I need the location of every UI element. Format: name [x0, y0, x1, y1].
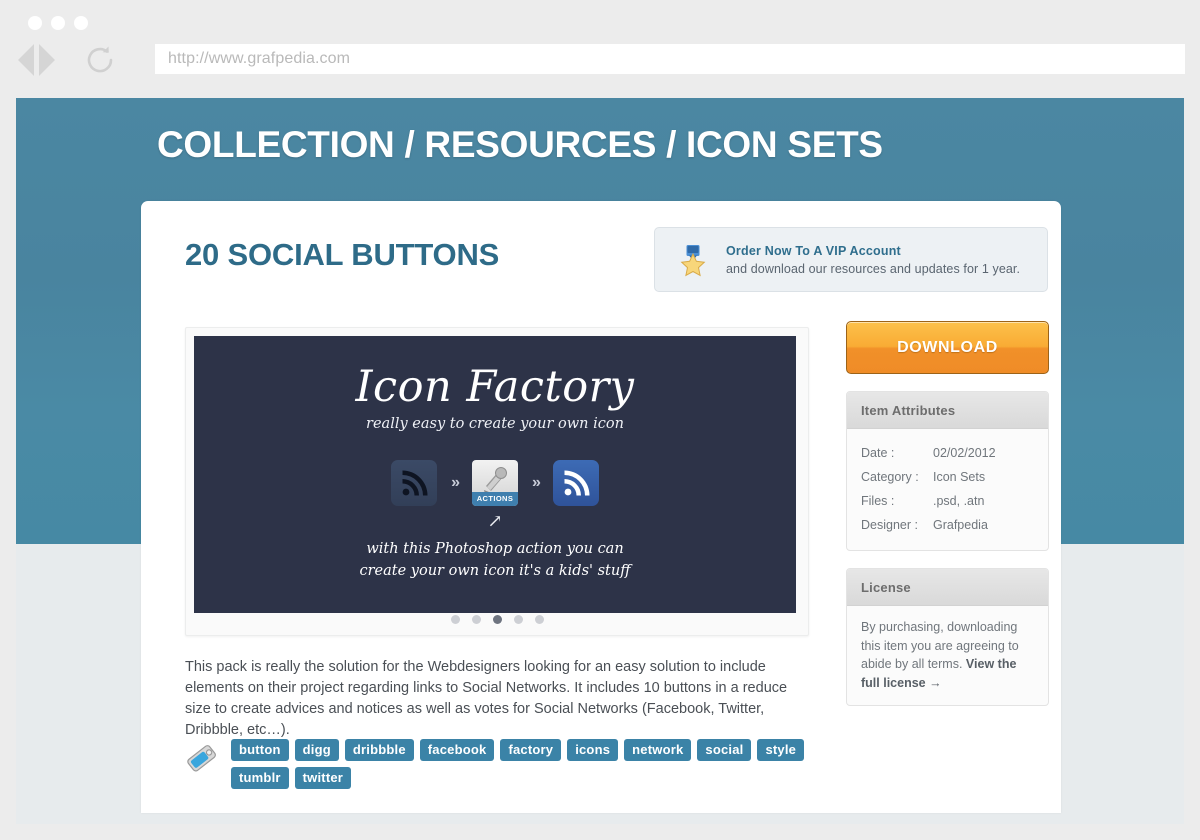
tag-item[interactable]: style — [757, 739, 805, 761]
tag-item[interactable]: factory — [500, 739, 562, 761]
tag-label-icon — [185, 741, 219, 775]
curved-arrow-icon: ↗ — [487, 511, 503, 532]
tag-item[interactable]: tumblr — [231, 767, 289, 789]
page-title: 20 SOCIAL BUTTONS — [185, 237, 500, 272]
preview-caption-line2: create your own icon it's a kids' stuff — [359, 563, 631, 579]
actions-label: ACTIONS — [472, 492, 518, 506]
tag-item[interactable]: icons — [567, 739, 619, 761]
chevron-right-icon-1: » — [451, 474, 460, 491]
attribute-value: .psd, .atn — [933, 494, 985, 508]
carousel-dot[interactable] — [471, 615, 481, 624]
reload-icon[interactable] — [82, 42, 118, 78]
preview-carousel[interactable]: Icon Factory really easy to create your … — [185, 327, 809, 636]
attribute-value: Icon Sets — [933, 470, 986, 484]
license-panel: License By purchasing, downloading this … — [846, 568, 1049, 706]
item-attributes-panel: Item Attributes Date : 02/02/2012 Catego… — [846, 391, 1049, 551]
carousel-dot[interactable] — [513, 615, 523, 624]
vip-subtitle: and download our resources and updates f… — [726, 261, 1021, 276]
attribute-key: Files : — [861, 494, 895, 508]
download-button[interactable]: DOWNLOAD — [846, 321, 1049, 374]
rss-icon-blue — [552, 460, 599, 506]
vip-title: Order Now To A VIP Account — [726, 243, 901, 258]
window-minimize-dot[interactable] — [51, 16, 65, 30]
rss-icon-dark — [391, 460, 438, 506]
window-controls — [28, 16, 88, 30]
item-sidebar: DOWNLOAD Item Attributes Date : 02/02/20… — [846, 321, 1049, 706]
preview-subheadline: really easy to create your own icon — [366, 416, 624, 432]
preview-image: Icon Factory really easy to create your … — [194, 336, 796, 613]
tag-item[interactable]: twitter — [294, 767, 352, 789]
address-bar[interactable]: http://www.grafpedia.com — [155, 44, 1185, 74]
page-viewport: COLLECTION / RESOURCES / ICON SETS 20 SO… — [16, 98, 1184, 824]
attribute-value: 02/02/2012 — [933, 446, 996, 460]
breadcrumb: COLLECTION / RESOURCES / ICON SETS — [157, 124, 883, 165]
license-header: License — [847, 569, 1048, 606]
attribute-row: Date : 02/02/2012 — [861, 441, 1034, 465]
preview-caption-line1: with this Photoshop action you can — [366, 541, 624, 557]
attribute-row: Category : Icon Sets — [861, 465, 1034, 489]
chevron-right-icon-2: » — [532, 474, 541, 491]
item-description: This pack is really the solution for the… — [185, 659, 788, 738]
tag-area: button digg dribbble facebook factory ic… — [185, 739, 825, 789]
license-body-wrap: By purchasing, downloading this item you… — [847, 606, 1048, 705]
carousel-dot-active[interactable] — [492, 615, 502, 624]
back-triangle-icon[interactable] — [18, 44, 34, 76]
item-attributes-header: Item Attributes — [847, 392, 1048, 429]
window-close-dot[interactable] — [28, 16, 42, 30]
attribute-key: Category : — [861, 470, 919, 484]
tag-item[interactable]: button — [231, 739, 289, 761]
window-maximize-dot[interactable] — [74, 16, 88, 30]
vip-promo-box[interactable]: Order Now To A VIP Account and download … — [654, 227, 1048, 292]
tag-item[interactable]: social — [697, 739, 752, 761]
content-card: 20 SOCIAL BUTTONS Order Now To A VIP Acc… — [141, 201, 1061, 813]
forward-triangle-icon[interactable] — [39, 44, 55, 76]
tag-item[interactable]: facebook — [419, 739, 495, 761]
vip-text-block: Order Now To A VIP Account and download … — [726, 244, 1020, 276]
attribute-key: Date : — [861, 446, 895, 460]
attribute-value: Grafpedia — [933, 518, 988, 532]
tag-item[interactable]: digg — [294, 739, 339, 761]
carousel-dot[interactable] — [450, 615, 460, 624]
browser-chrome: http://www.grafpedia.com — [0, 0, 1200, 98]
attribute-key: Designer : — [861, 518, 918, 532]
license-text: By purchasing, downloading this item you… — [861, 618, 1034, 692]
carousel-dots — [186, 615, 808, 624]
url-input[interactable]: http://www.grafpedia.com — [155, 50, 350, 68]
attribute-row: Files : .psd, .atn — [861, 489, 1034, 513]
preview-headline: Icon Factory — [355, 362, 635, 412]
preview-icon-row: » ACTIONS » — [194, 460, 796, 506]
tag-item[interactable]: dribbble — [344, 739, 414, 761]
photoshop-actions-icon: ACTIONS — [472, 460, 518, 506]
tag-item[interactable]: network — [624, 739, 692, 761]
navigation-controls — [18, 42, 118, 78]
attribute-row: Designer : Grafpedia — [861, 513, 1034, 537]
carousel-dot[interactable] — [534, 615, 544, 624]
item-attributes-body: Date : 02/02/2012 Category : Icon Sets F… — [847, 429, 1048, 550]
tag-list: button digg dribbble facebook factory ic… — [231, 739, 811, 789]
vip-star-medal-icon — [676, 243, 710, 277]
